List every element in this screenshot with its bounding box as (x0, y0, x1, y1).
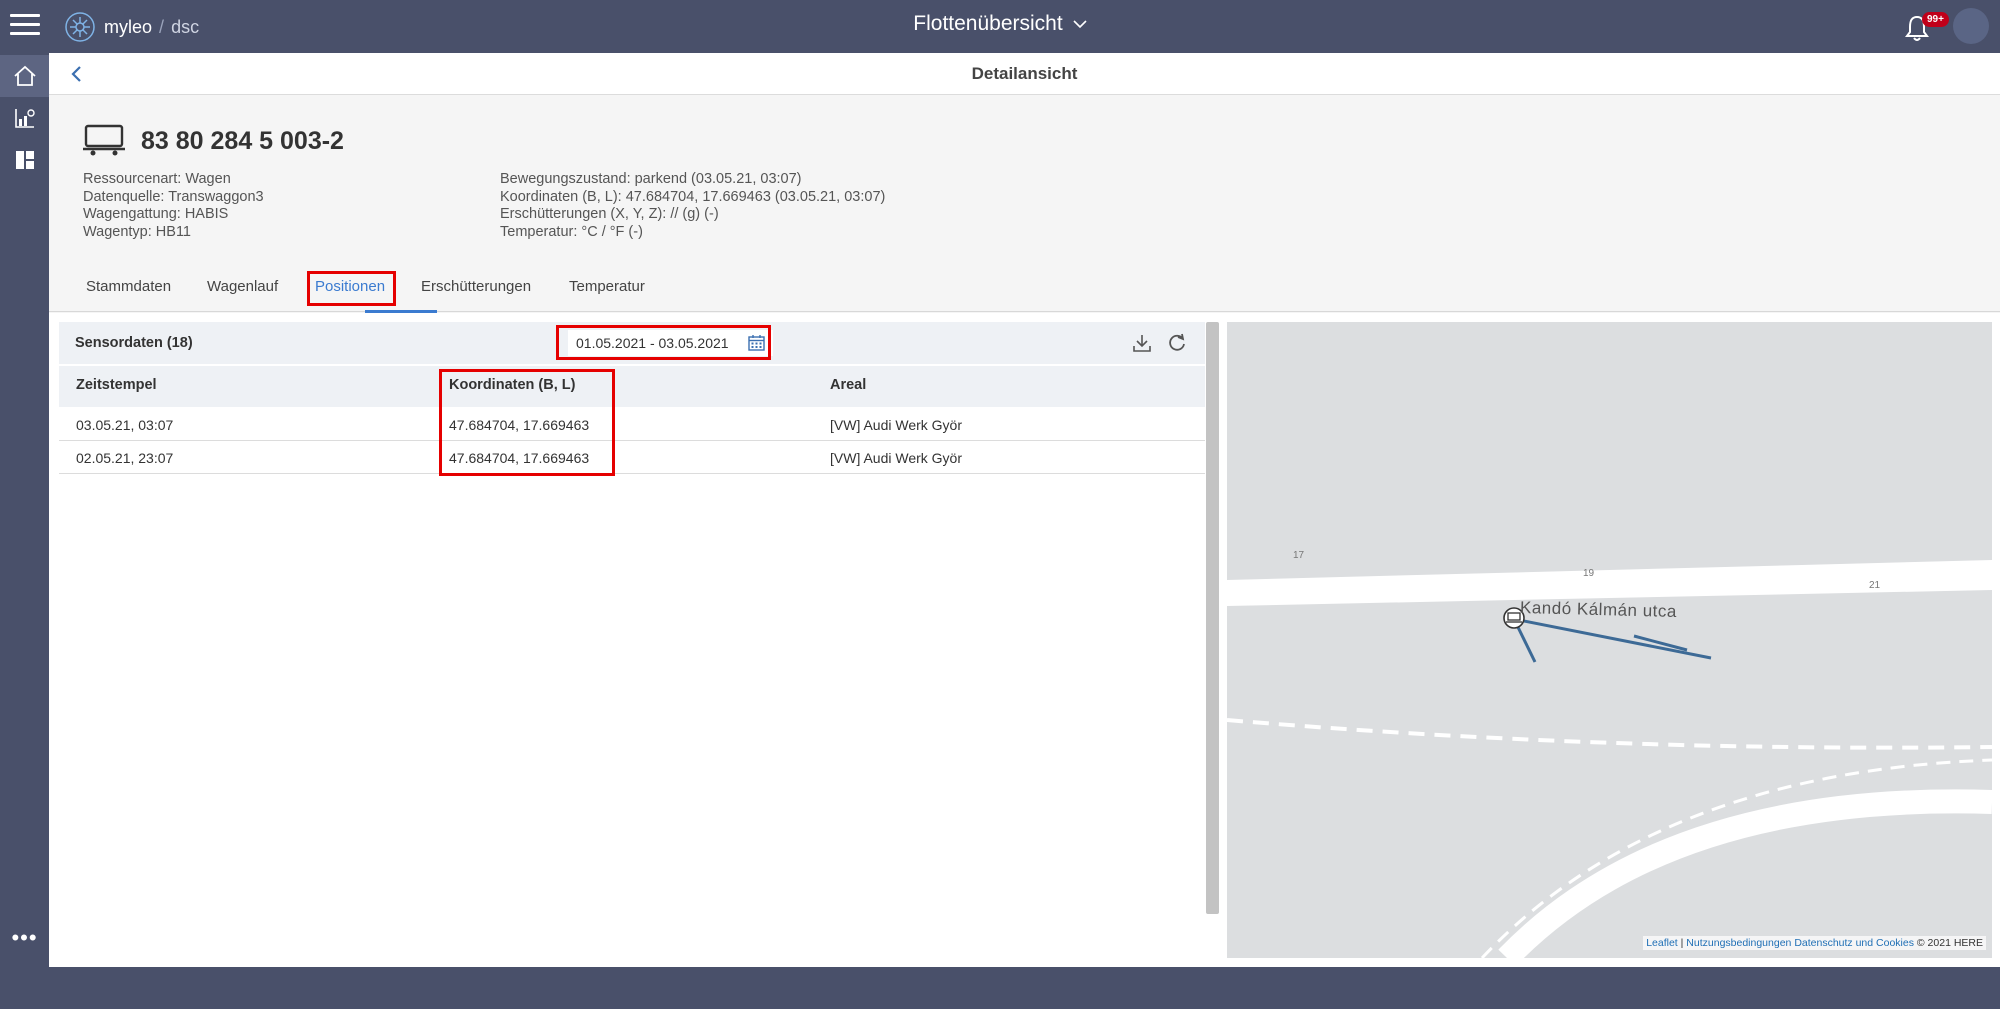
chevron-down-icon (1073, 20, 1087, 29)
table-row[interactable]: 03.05.21, 03:07 47.684704, 17.669463 [VW… (59, 408, 1205, 441)
dashboard-icon (15, 151, 34, 169)
cell-area: [VW] Audi Werk Györ (830, 417, 962, 433)
terms-link[interactable]: Nutzungsbedingungen (1686, 937, 1791, 949)
avatar[interactable] (1953, 8, 1989, 44)
app-logo[interactable]: myleo / dsc (64, 10, 199, 44)
page-switch-label: Flottenübersicht (913, 12, 1063, 35)
cell-area: [VW] Audi Werk Györ (830, 450, 962, 466)
map-attribution: Leaflet | Nutzungsbedingungen Datenschut… (1643, 936, 1986, 950)
column-header-zeitstempel[interactable]: Zeitstempel (76, 377, 157, 393)
meta-wagon-class: Wagengattung: HABIS (83, 206, 229, 223)
rail-item-analytics[interactable] (0, 97, 49, 139)
calendar-icon[interactable] (748, 334, 765, 351)
date-range-value: 01.05.2021 - 03.05.2021 (576, 335, 729, 351)
date-range-picker[interactable]: 01.05.2021 - 03.05.2021 (568, 330, 773, 356)
map-view[interactable]: Kandó Kálmán utca 17 19 21 Leaflet | Nut… (1227, 322, 1992, 958)
tab-erschuetterungen[interactable]: Erschütterungen (417, 278, 535, 295)
privacy-link[interactable]: Datenschutz und Cookies (1794, 937, 1914, 949)
attribution-separator: | (1680, 937, 1684, 949)
rail-item-dashboard[interactable] (0, 139, 49, 181)
column-header-koordinaten[interactable]: Koordinaten (B, L) (449, 377, 575, 393)
leaflet-link[interactable]: Leaflet (1646, 937, 1678, 949)
refresh-icon[interactable] (1166, 332, 1188, 354)
cell-coordinates: 47.684704, 17.669463 (449, 450, 590, 466)
meta-vibrations: Erschütterungen (X, Y, Z): // (g) (-) (500, 206, 719, 223)
tab-temperatur[interactable]: Temperatur (565, 278, 649, 295)
lower-rail (1480, 758, 1992, 958)
tab-stammdaten[interactable]: Stammdaten (82, 278, 175, 295)
notification-badge: 99+ (1922, 12, 1949, 27)
rail-track (1227, 718, 1992, 750)
table-row[interactable]: 02.05.21, 23:07 47.684704, 17.669463 [VW… (59, 441, 1205, 474)
lower-road (1498, 789, 1992, 958)
meta-resource-type: Ressourcenart: Wagen (83, 171, 231, 187)
map-canvas (1227, 560, 1992, 958)
meta-data-source: Datenquelle: Transwaggon3 (83, 188, 264, 205)
map-copyright: © 2021 HERE (1916, 937, 1983, 949)
street-label: Kandó Kálmán utca (1519, 597, 1678, 622)
chart-icon (14, 109, 35, 128)
logo-icon (65, 12, 95, 42)
bottom-bar (0, 967, 2000, 1009)
page-title: Detailansicht (971, 64, 1078, 83)
resource-meta-left: Ressourcenart: Wagen Datenquelle: Transw… (83, 171, 264, 242)
table-header: Zeitstempel Koordinaten (B, L) Areal (59, 366, 1205, 407)
more-icon[interactable]: ••• (0, 925, 49, 951)
rail-item-home[interactable] (0, 55, 49, 97)
sensor-title: Sensordaten (18) (75, 335, 193, 351)
position-track (1512, 617, 1712, 663)
hamburger-icon[interactable] (10, 14, 40, 38)
wagon-icon (83, 124, 125, 156)
meta-temperature: Temperatur: °C / °F (-) (500, 224, 643, 241)
cell-coordinates: 47.684704, 17.669463 (449, 417, 590, 433)
house-number: 19 (1583, 568, 1595, 579)
left-rail: ••• (0, 53, 49, 967)
resource-title: 83 80 284 5 003-2 (141, 127, 344, 155)
panel-scrollbar[interactable] (1206, 322, 1219, 914)
meta-wagon-type: Wagentyp: HB11 (83, 224, 191, 241)
logo-text: myleo / dsc (104, 16, 200, 37)
house-number: 21 (1869, 580, 1881, 591)
house-number: 17 (1293, 550, 1305, 561)
tab-bar: Stammdaten Wagenlauf Positionen Erschütt… (49, 270, 2000, 313)
tab-positionen[interactable]: Positionen (311, 278, 389, 295)
download-icon[interactable] (1131, 332, 1153, 354)
cell-timestamp: 02.05.21, 23:07 (76, 450, 174, 466)
tab-wagenlauf[interactable]: Wagenlauf (203, 278, 282, 295)
cell-timestamp: 03.05.21, 03:07 (76, 417, 174, 433)
page-switch: Flottenübersicht (0, 12, 2000, 36)
sensor-panel-header: Sensordaten (18) 01.05.2021 - 03.05.2021 (59, 322, 1205, 364)
resource-meta-right: Bewegungszustand: parkend (03.05.21, 03:… (500, 171, 885, 242)
page-switch-dropdown[interactable]: Flottenübersicht (913, 12, 1087, 36)
top-bar: myleo / dsc Flottenübersicht 99+ (0, 0, 2000, 53)
meta-coordinates: Koordinaten (B, L): 47.684704, 17.669463… (500, 188, 886, 205)
meta-movement-state: Bewegungszustand: parkend (03.05.21, 03:… (500, 171, 802, 187)
home-icon (13, 65, 36, 86)
column-header-areal[interactable]: Areal (830, 377, 866, 393)
subheader: Detailansicht (49, 53, 2000, 95)
